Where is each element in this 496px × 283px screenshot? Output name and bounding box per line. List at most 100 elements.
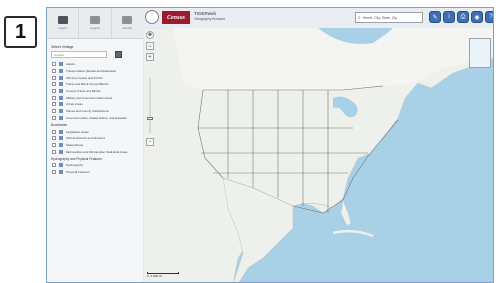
layer-item[interactable]: American Indian, Alaska Native, and Hawa… (47, 115, 143, 122)
layer-checkbox[interactable] (52, 163, 56, 168)
search-icon: ⌕ (358, 14, 361, 21)
info-button[interactable]: i (443, 11, 455, 23)
layer-swatch-icon (59, 102, 63, 107)
home-icon: ⌂ (148, 43, 152, 49)
layer-item[interactable]: School Districts and Divisions (47, 135, 143, 142)
layer-checkbox[interactable] (52, 95, 56, 100)
help-button[interactable]: ? (485, 11, 493, 23)
layer-label: Census Tracts and Blocks (66, 89, 101, 94)
vintage-select-label: Select Vintage (51, 45, 74, 49)
home-button[interactable]: ⌂ (146, 42, 154, 50)
layer-label: Hydrography (66, 163, 84, 168)
layer-swatch-icon (59, 69, 63, 74)
layer-item[interactable]: ZIP Area Codes and ZCTAs (47, 74, 143, 81)
layer-swatch-icon (59, 149, 63, 154)
app-title: TIGERweb (194, 11, 217, 16)
layer-label: States/Areas (66, 142, 84, 147)
zoom-in-button[interactable]: + (146, 53, 154, 61)
identify-icon (122, 16, 133, 24)
layer-label: Legislative Areas (66, 129, 89, 134)
search-placeholder: Street, City, State, Zip (362, 15, 397, 20)
layer-item[interactable]: Metropolitan and Micropolitan Statistica… (47, 148, 143, 155)
layer-item[interactable]: Census Tracts and Blocks (47, 88, 143, 95)
globe-button[interactable]: ◉ (471, 11, 483, 23)
layer-label: Transportation (Roads and Railroads) (66, 69, 117, 74)
layer-label: Tracts and Block Groups/Blocks (66, 82, 109, 87)
layer-swatch-icon (59, 89, 63, 94)
layers-sidebar: Layers Legend Identify Select Vintage Cu… (47, 8, 144, 282)
layer-label: Labels (66, 62, 75, 67)
layer-swatch-icon (59, 109, 63, 114)
layer-item[interactable]: States/Areas (47, 142, 143, 149)
layer-checkbox[interactable] (52, 109, 56, 114)
draw-icon: ✎ (432, 14, 438, 21)
layer-item[interactable]: Physical Features (47, 169, 143, 176)
pan-icon: ✥ (147, 32, 153, 38)
layer-label: Metropolitan and Micropolitan Statistica… (66, 149, 128, 154)
pan-control[interactable]: ✥ (146, 31, 154, 39)
layer-checkbox[interactable] (52, 129, 56, 134)
scale-label: 0 - 1,000 mi (147, 274, 162, 278)
layer-checkbox[interactable] (52, 169, 56, 174)
layer-checkbox[interactable] (52, 149, 56, 154)
layer-swatch-icon (59, 82, 63, 87)
layer-checkbox[interactable] (52, 89, 56, 94)
layer-group-label: Boundaries (51, 123, 68, 128)
app-subtitle: Geography Browser (194, 17, 226, 21)
layer-checkbox[interactable] (52, 102, 56, 107)
vintage-select[interactable]: Current (51, 51, 107, 58)
map-canvas[interactable]: ✥ ⌂ + − 0 - 1,000 mi (143, 28, 493, 282)
zoom-slider-track[interactable] (149, 78, 151, 133)
layer-label: Places and County Subdivisions (66, 109, 109, 114)
help-icon: ? (489, 14, 493, 20)
globe-icon: ◉ (474, 14, 480, 21)
tab-legend[interactable]: Legend (79, 8, 112, 38)
layer-label: Military and American Indian Areas (66, 95, 113, 100)
draw-button[interactable]: ✎ (429, 11, 441, 23)
layer-swatch-icon (59, 163, 63, 168)
layer-checkbox[interactable] (52, 115, 56, 120)
layer-item[interactable]: Legislative Areas (47, 128, 143, 135)
layer-checkbox[interactable] (52, 62, 56, 67)
step-number-badge: 1 (4, 16, 37, 48)
layer-item[interactable]: Tracts and Block Groups/Blocks (47, 81, 143, 88)
florida-peninsula (340, 199, 352, 227)
layer-checkbox[interactable] (52, 69, 56, 74)
layer-label: ZIP Area Codes and ZCTAs (66, 75, 103, 80)
zoom-out-icon: − (148, 139, 152, 145)
layer-checkbox[interactable] (52, 82, 56, 87)
layer-group-label: Hydrography and Physical Features (51, 156, 102, 161)
print-icon: ⎙ (460, 13, 466, 20)
layer-checkbox[interactable] (52, 75, 56, 80)
layer-swatch-icon (59, 169, 63, 174)
layer-checkbox[interactable] (52, 136, 56, 141)
map-graphic (143, 28, 493, 282)
layer-label: American Indian, Alaska Native, and Hawa… (66, 115, 128, 120)
layer-item[interactable]: Urban Areas (47, 101, 143, 108)
layer-item[interactable]: Places and County Subdivisions (47, 108, 143, 115)
layer-checkbox[interactable] (52, 142, 56, 147)
zoom-slider-thumb[interactable] (147, 117, 153, 120)
legend-icon (89, 16, 100, 24)
zoom-out-button[interactable]: − (146, 138, 154, 146)
layer-item[interactable]: Labels (47, 61, 143, 68)
tab-layers[interactable]: Layers (47, 8, 80, 38)
layer-swatch-icon (59, 115, 63, 120)
address-search-input[interactable]: ⌕ Street, City, State, Zip (355, 12, 423, 23)
app-header: Census TIGERweb Geography Browser ⌕ Stre… (143, 8, 493, 29)
layer-label: Urban Areas (66, 102, 83, 107)
layer-item[interactable]: Transportation (Roads and Railroads) (47, 68, 143, 75)
layer-item[interactable]: Hydrography (47, 162, 143, 169)
overview-minimap[interactable] (469, 38, 491, 68)
tigerweb-window: Layers Legend Identify Select Vintage Cu… (46, 7, 494, 283)
zoom-in-icon: + (148, 54, 152, 60)
grid-view-button[interactable] (115, 51, 122, 58)
print-button[interactable]: ⎙ (457, 11, 469, 23)
layer-item[interactable]: Military and American Indian Areas (47, 94, 143, 101)
tab-identify[interactable]: Identify (112, 8, 143, 38)
layer-swatch-icon (59, 95, 63, 100)
layer-swatch-icon (59, 136, 63, 141)
layers-icon (57, 16, 68, 24)
layer-swatch-icon (59, 62, 63, 67)
menu-logo-icon[interactable] (145, 10, 159, 24)
